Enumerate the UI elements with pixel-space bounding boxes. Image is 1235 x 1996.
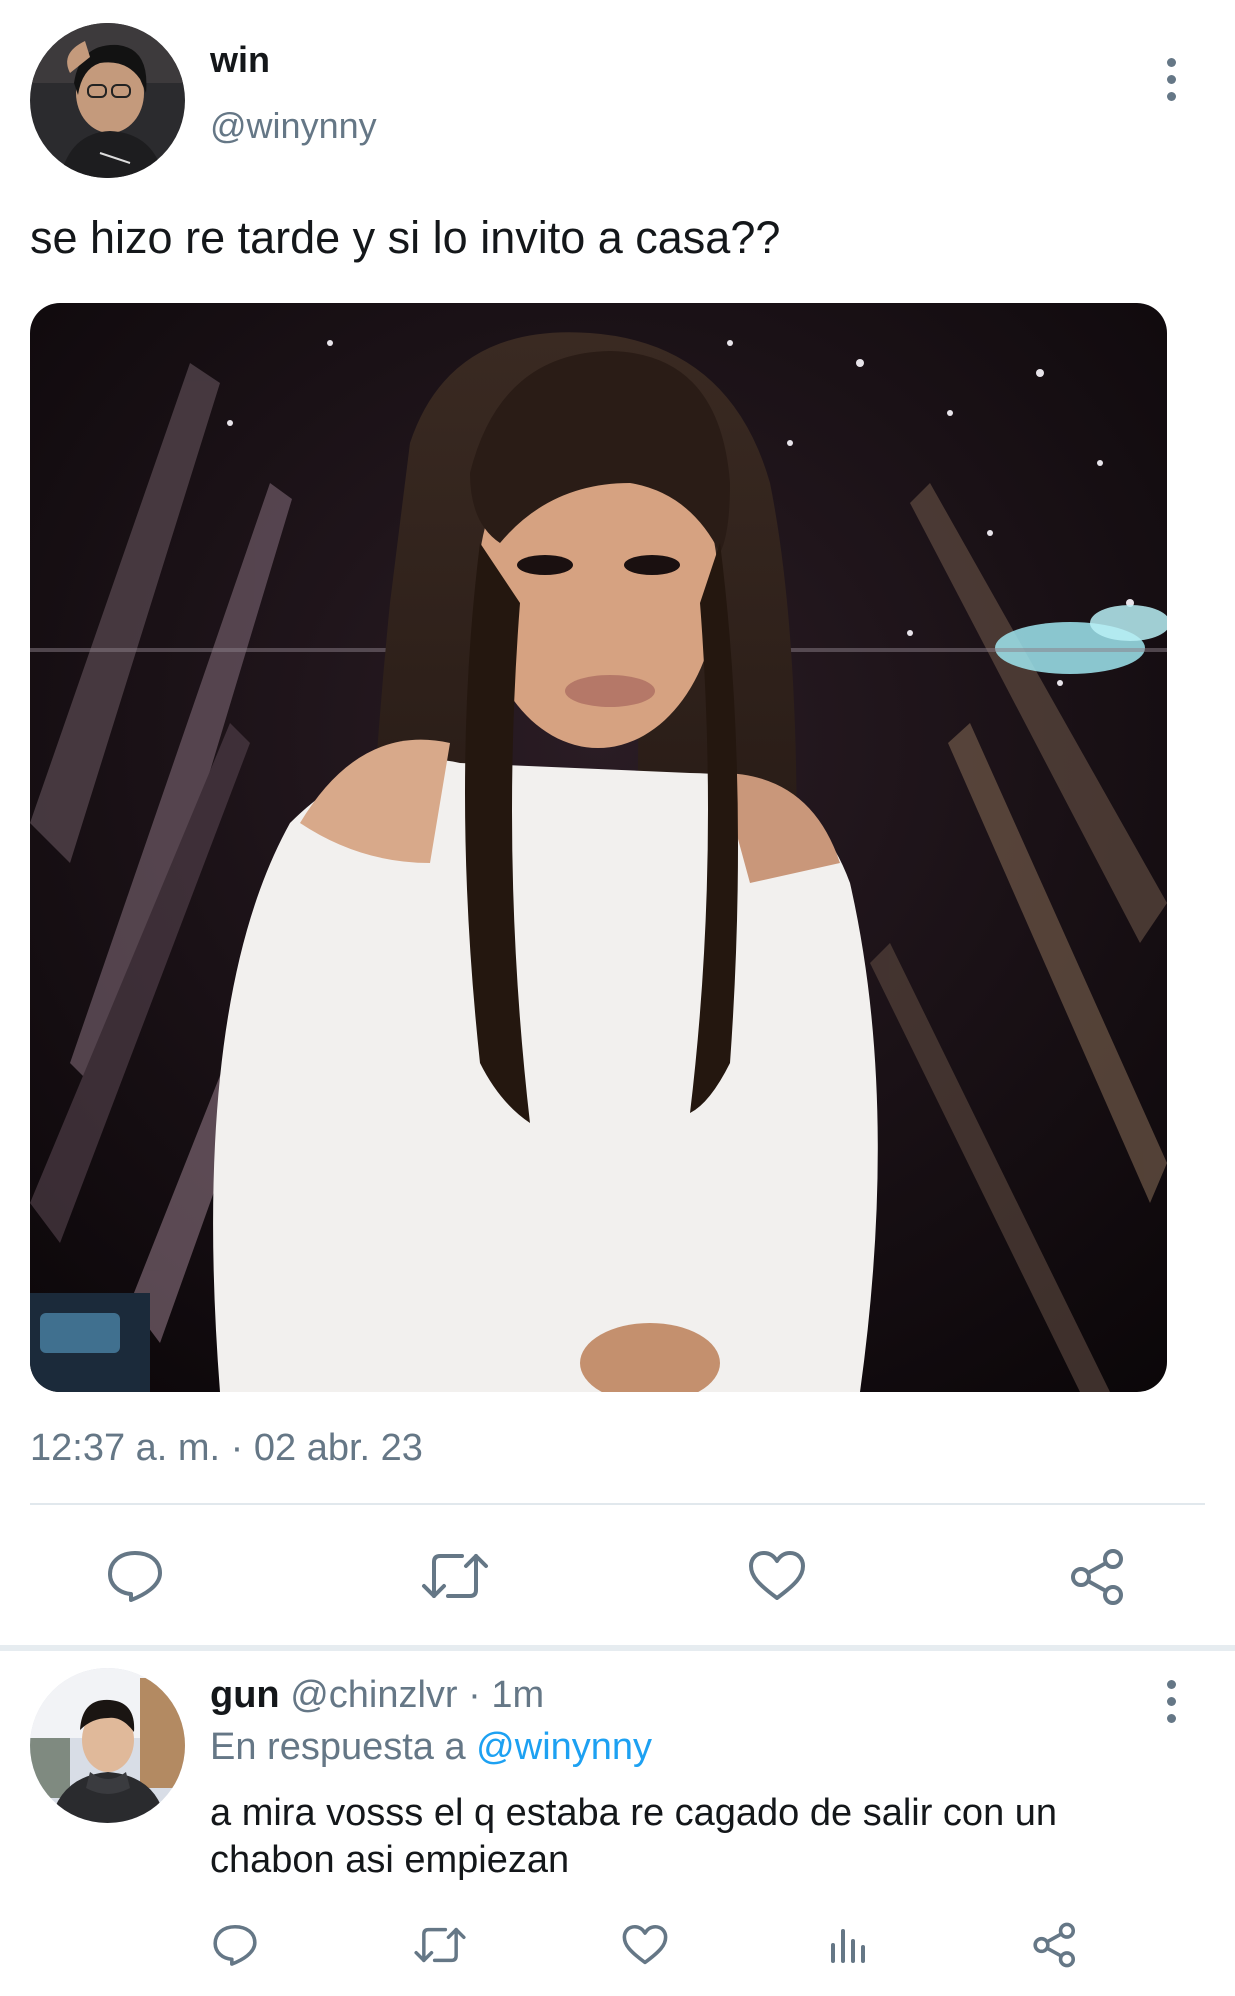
in-reply-to-label: En respuesta a bbox=[210, 1726, 466, 1768]
share-icon[interactable] bbox=[1068, 1548, 1128, 1606]
reply-header: gun @chinzlvr · 1m bbox=[210, 1672, 544, 1718]
reply-retweet-icon[interactable] bbox=[412, 1922, 468, 1968]
section-divider bbox=[0, 1645, 1235, 1651]
tweet-text: se hizo re tarde y si lo invito a casa?? bbox=[30, 212, 781, 263]
divider bbox=[30, 1503, 1205, 1505]
reply-analytics-icon[interactable] bbox=[826, 1922, 872, 1968]
tweet-image[interactable] bbox=[30, 303, 1167, 1392]
reply-like-icon[interactable] bbox=[620, 1922, 670, 1968]
like-icon[interactable] bbox=[747, 1548, 807, 1604]
reply-text: a mira vosss el q estaba re cagado de sa… bbox=[210, 1792, 1058, 1881]
reply-separator: · bbox=[468, 1674, 481, 1716]
reply-time[interactable]: 1m bbox=[491, 1674, 544, 1716]
reply-author-handle[interactable]: @chinzlvr bbox=[290, 1674, 457, 1716]
in-reply-to-handle[interactable]: @winynny bbox=[476, 1726, 652, 1768]
retweet-icon[interactable] bbox=[420, 1548, 490, 1604]
more-options-icon[interactable] bbox=[1159, 58, 1183, 101]
author-name[interactable]: win bbox=[210, 38, 270, 82]
reply-icon[interactable] bbox=[103, 1548, 167, 1604]
author-handle[interactable]: @winynny bbox=[210, 104, 377, 148]
reply-share-icon[interactable] bbox=[1030, 1922, 1080, 1968]
reply-more-options-icon[interactable] bbox=[1159, 1680, 1183, 1723]
reply-author-avatar[interactable] bbox=[30, 1668, 185, 1823]
author-avatar[interactable] bbox=[30, 23, 185, 178]
reply-reply-icon[interactable] bbox=[210, 1922, 260, 1968]
reply-author-name[interactable]: gun bbox=[210, 1674, 280, 1716]
in-reply-to: En respuesta a @winynny bbox=[210, 1724, 652, 1770]
tweet-timestamp: 12:37 a. m. · 02 abr. 23 bbox=[30, 1427, 423, 1469]
